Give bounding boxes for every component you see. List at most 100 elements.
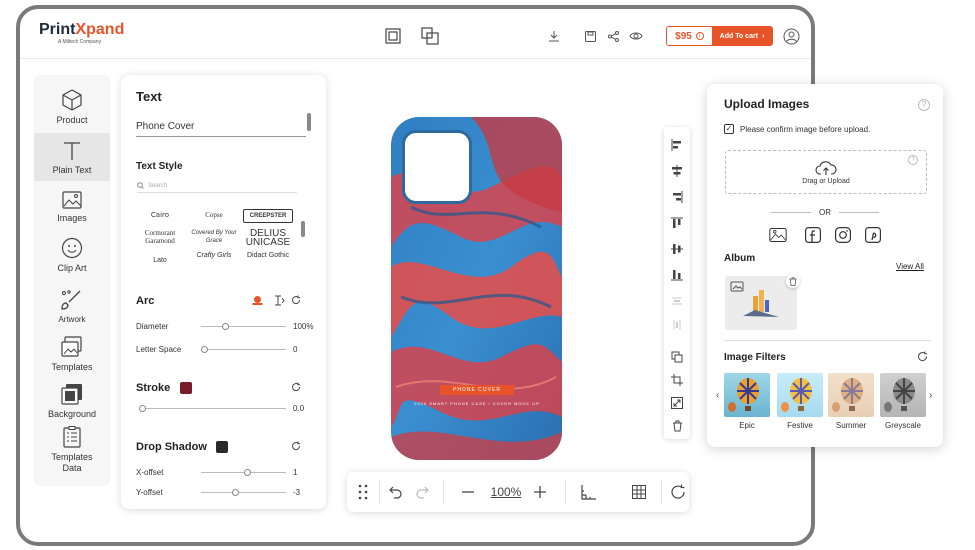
sidebar-item-images[interactable]: Images [34, 191, 110, 223]
filter-festive[interactable]: Festive [777, 373, 823, 430]
font-list-scrollbar[interactable] [301, 221, 305, 237]
align-left-icon[interactable] [669, 137, 685, 153]
shadow-color-swatch[interactable] [216, 441, 228, 453]
confirm-checkbox[interactable]: ✓ [724, 124, 734, 134]
dropzone-help-icon[interactable]: ? [908, 155, 918, 165]
price-info-icon[interactable]: i [695, 32, 704, 40]
crop-icon[interactable] [669, 372, 685, 388]
grid-icon[interactable] [630, 482, 648, 502]
slider-knob[interactable] [201, 346, 208, 353]
confirm-row: ✓ Please confirm image before upload. [724, 124, 870, 134]
arc-flip-icon[interactable] [274, 295, 285, 308]
sidebar-item-artwork[interactable]: Artwork [34, 289, 110, 324]
filter-greyscale[interactable]: Greyscale [880, 373, 926, 430]
font-option-selected[interactable]: CREEPSTER [243, 209, 293, 223]
x-offset-slider[interactable] [201, 469, 286, 476]
font-option[interactable]: DELIUS UNICASE [239, 229, 297, 248]
font-option[interactable]: Cairo [131, 211, 189, 219]
slider-knob[interactable] [243, 469, 251, 476]
view-all-link[interactable]: View All [896, 262, 924, 271]
font-option[interactable]: Covered By Your Grace [185, 229, 243, 245]
gallery-icon[interactable] [769, 226, 787, 244]
arc-reset-icon[interactable] [291, 295, 301, 307]
ruler-icon[interactable] [579, 482, 597, 502]
instagram-icon[interactable] [834, 226, 852, 244]
upload-title: Upload Images [724, 97, 810, 111]
search-icon [137, 182, 144, 189]
sidebar-item-plain-text[interactable]: Plain Text [34, 133, 110, 181]
layer-back-icon[interactable] [421, 27, 439, 45]
album-image[interactable] [725, 274, 800, 330]
duplicate-icon[interactable] [669, 349, 685, 365]
slider-knob[interactable] [139, 405, 146, 412]
slider-knob[interactable] [222, 323, 230, 330]
text-input[interactable]: Phone Cover [136, 117, 306, 137]
redo-icon[interactable] [413, 482, 431, 502]
distribute-v-icon[interactable] [669, 317, 685, 333]
align-bottom-icon[interactable] [669, 267, 685, 283]
align-right-icon[interactable] [669, 189, 685, 205]
add-to-cart-button[interactable]: Add To cart › [712, 27, 772, 45]
font-option[interactable]: Copse [185, 211, 243, 219]
upload-dropzone[interactable]: Drag or Upload ? [725, 150, 927, 194]
filters-reset-icon[interactable] [917, 351, 928, 364]
filter-summer[interactable]: Summer [828, 373, 874, 430]
facebook-icon[interactable] [804, 226, 822, 244]
stroke-reset-icon[interactable] [291, 382, 301, 394]
price-display: $95 i [667, 27, 712, 45]
zoom-out-icon[interactable] [459, 482, 477, 502]
save-icon[interactable] [581, 27, 599, 45]
user-icon[interactable] [782, 27, 800, 45]
font-option[interactable]: Crafty Girls [185, 252, 243, 260]
slider-knob[interactable] [232, 489, 240, 496]
arc-title: Arc [136, 295, 155, 307]
pinterest-icon[interactable] [864, 226, 882, 244]
text-input-scrollbar[interactable] [307, 113, 311, 131]
phone-subtitle-text[interactable]: 2020 SMART PHONE CASE / COVER MOCK UP [411, 401, 543, 406]
zoom-in-icon[interactable] [531, 482, 549, 502]
stroke-color-swatch[interactable] [180, 382, 192, 394]
shadow-reset-icon[interactable] [291, 441, 301, 453]
diameter-slider[interactable] [201, 323, 286, 330]
data-icon [63, 426, 81, 448]
preview-icon[interactable] [627, 27, 645, 45]
resize-icon[interactable] [669, 395, 685, 411]
layer-front-icon[interactable] [384, 27, 402, 45]
filter-epic[interactable]: Epic [724, 373, 770, 430]
font-option[interactable]: Lato [131, 257, 189, 265]
phone-case-preview[interactable]: PHONE COVER 2020 SMART PHONE CASE / COVE… [391, 117, 562, 460]
align-top-icon[interactable] [669, 215, 685, 231]
stroke-slider[interactable] [139, 405, 286, 412]
download-icon[interactable] [545, 27, 563, 45]
align-center-h-icon[interactable] [669, 163, 685, 179]
font-option[interactable]: Cormorant Garamond [131, 229, 189, 245]
x-offset-label: X-offset [136, 468, 164, 477]
filters-next-icon[interactable]: › [929, 390, 932, 401]
arc-shape-icon[interactable] [252, 295, 263, 308]
filter-thumbnail [724, 373, 770, 417]
letter-space-slider[interactable] [201, 346, 286, 353]
share-icon[interactable] [604, 27, 622, 45]
filters-prev-icon[interactable]: ‹ [716, 390, 719, 401]
undo-icon[interactable] [387, 482, 405, 502]
zoom-level[interactable]: 100% [485, 482, 527, 502]
font-search-input[interactable]: Search [137, 179, 297, 193]
brand-logo[interactable]: PrintXpand [39, 21, 124, 39]
delete-icon[interactable] [669, 418, 685, 434]
sidebar-item-templates[interactable]: Templates [34, 336, 110, 372]
help-icon[interactable]: ? [918, 99, 930, 111]
filter-label: Festive [787, 421, 813, 430]
sidebar-item-product[interactable]: Product [34, 89, 110, 125]
refresh-icon[interactable] [669, 482, 687, 502]
phone-cover-text[interactable]: PHONE COVER [440, 385, 514, 395]
y-offset-slider[interactable] [201, 489, 286, 496]
font-option[interactable]: Didact Gothic [239, 252, 297, 260]
sidebar-item-templates-data[interactable]: Templates Data [34, 426, 110, 474]
align-center-v-icon[interactable] [669, 241, 685, 257]
sidebar-item-clip-art[interactable]: Clip Art [34, 237, 110, 273]
text-properties-panel: Text Phone Cover Text Style Search Cairo… [121, 75, 326, 509]
sidebar-item-background[interactable]: Background [34, 383, 110, 419]
album-delete-icon[interactable] [786, 274, 800, 288]
drag-handle-icon[interactable] [355, 482, 371, 502]
distribute-h-icon[interactable] [669, 293, 685, 309]
